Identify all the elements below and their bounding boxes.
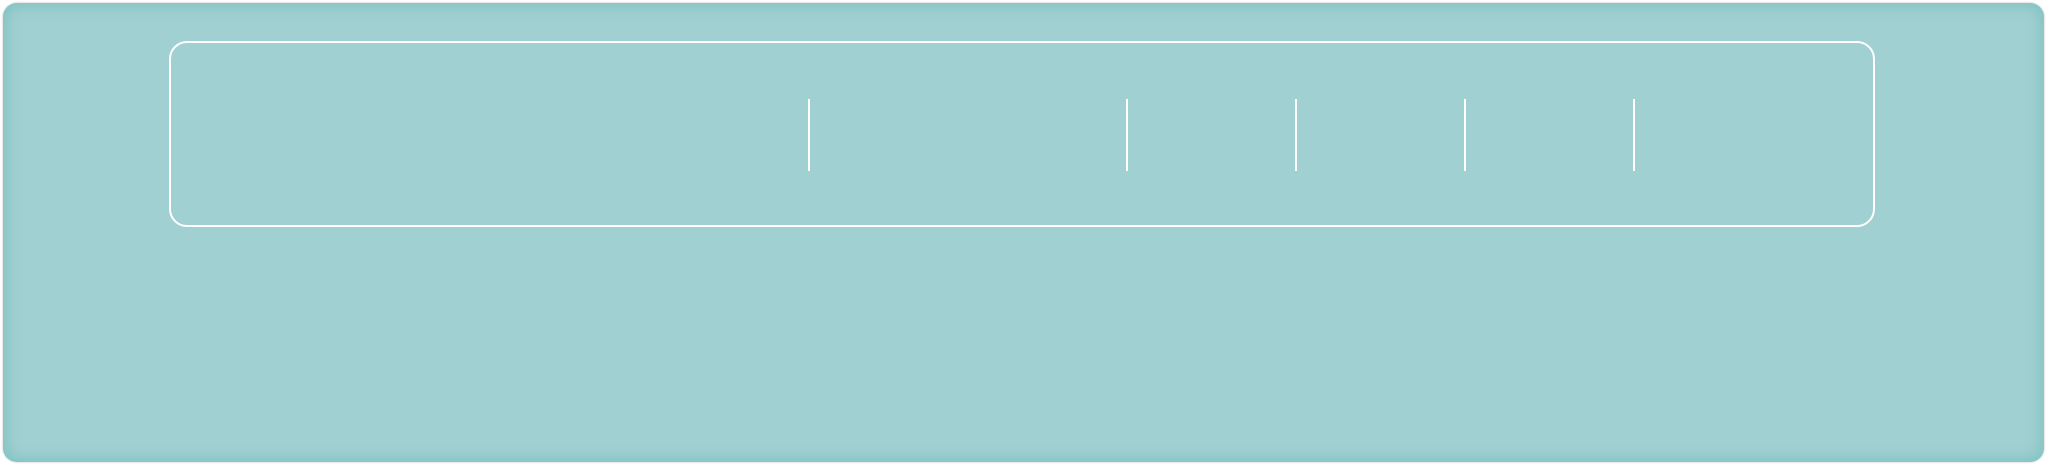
menu-item-4[interactable] [1297, 43, 1464, 225]
menu-item-2[interactable] [810, 43, 1126, 225]
menu-item-1[interactable] [171, 43, 808, 225]
background-panel [3, 3, 2044, 462]
menu-item-3[interactable] [1128, 43, 1295, 225]
menu-item-5[interactable] [1466, 43, 1633, 225]
menu-item-6[interactable] [1635, 43, 1873, 225]
navigation-menu-bar [169, 41, 1875, 227]
